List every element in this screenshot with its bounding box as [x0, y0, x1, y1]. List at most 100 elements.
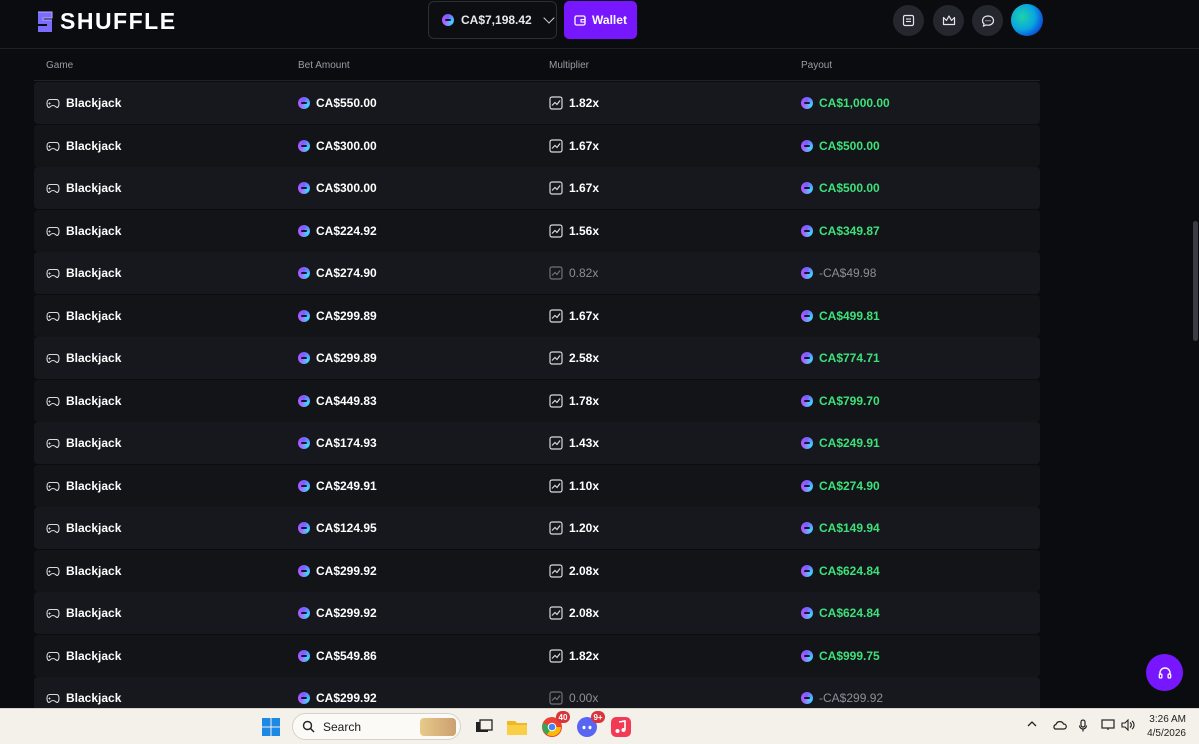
- payout-cell: CA$999.75: [801, 635, 880, 677]
- table-row[interactable]: Blackjack CA$299.89 2.58x CA$774.71: [34, 337, 1040, 379]
- taskbar-search[interactable]: Search: [292, 713, 461, 740]
- payout-value: CA$799.70: [819, 393, 880, 408]
- wallet-button[interactable]: Wallet: [564, 1, 637, 39]
- table-row[interactable]: Blackjack CA$224.92 1.56x CA$349.87: [34, 209, 1040, 252]
- chevron-down-icon: [543, 12, 555, 24]
- game-cell[interactable]: Blackjack: [46, 337, 121, 379]
- bet-amount: CA$224.92: [316, 223, 377, 238]
- multiplier-value: 1.67x: [569, 308, 600, 323]
- game-cell[interactable]: Blackjack: [46, 210, 121, 252]
- bet-amount-cell: CA$299.89: [298, 295, 377, 337]
- table-row[interactable]: Blackjack CA$299.92 2.08x CA$624.84: [34, 549, 1040, 592]
- task-view-icon[interactable]: [472, 715, 496, 739]
- multiplier-cell: 1.78x: [549, 380, 599, 422]
- multiplier-value: 1.67x: [569, 138, 600, 153]
- coin-icon: [298, 437, 310, 449]
- game-cell[interactable]: Blackjack: [46, 550, 121, 592]
- vip-button[interactable]: [933, 5, 964, 36]
- game-cell[interactable]: Blackjack: [46, 635, 121, 677]
- multiplier-cell: 1.43x: [549, 422, 599, 464]
- game-cell[interactable]: Blackjack: [46, 380, 121, 422]
- table-row[interactable]: Blackjack CA$299.92 2.08x CA$624.84: [34, 592, 1040, 634]
- bet-amount-cell: CA$174.93: [298, 422, 377, 464]
- microphone-icon[interactable]: [1078, 719, 1088, 736]
- game-cell[interactable]: Blackjack: [46, 167, 121, 209]
- table-row[interactable]: Blackjack CA$124.95 1.20x CA$149.94: [34, 507, 1040, 549]
- scrollbar-track[interactable]: [1190, 49, 1199, 708]
- game-cell[interactable]: Blackjack: [46, 82, 121, 124]
- shuffle-logo[interactable]: SHUFFLE: [35, 8, 177, 35]
- balance-selector[interactable]: CA$7,198.42: [428, 1, 557, 39]
- gamepad-icon: [46, 693, 60, 704]
- table-row[interactable]: Blackjack CA$549.86 1.82x CA$999.75: [34, 634, 1040, 677]
- chart-trend-icon: [549, 138, 563, 153]
- chart-trend-icon: [549, 648, 563, 663]
- game-name: Blackjack: [66, 138, 122, 153]
- game-cell[interactable]: Blackjack: [46, 422, 121, 464]
- payout-value: CA$499.81: [819, 308, 880, 323]
- multiplier-value: 2.58x: [569, 351, 600, 365]
- table-row[interactable]: Blackjack CA$550.00 1.82x CA$1,000.00: [34, 82, 1040, 124]
- music-app-icon[interactable]: [609, 715, 633, 739]
- scrollbar-thumb[interactable]: [1193, 221, 1198, 341]
- bet-amount-cell: CA$124.95: [298, 507, 377, 549]
- windows-start-icon[interactable]: [261, 717, 281, 737]
- game-cell[interactable]: Blackjack: [46, 465, 121, 507]
- payout-value: CA$500.00: [819, 138, 880, 153]
- bet-amount-cell: CA$300.00: [298, 167, 377, 209]
- table-row[interactable]: Blackjack CA$274.90 0.82x -CA$49.98: [34, 252, 1040, 294]
- payout-value: CA$999.75: [819, 648, 880, 663]
- table-row[interactable]: Blackjack CA$174.93 1.43x CA$249.91: [34, 422, 1040, 464]
- game-name: Blackjack: [66, 521, 122, 535]
- volume-icon[interactable]: [1121, 718, 1135, 734]
- gamepad-icon: [46, 651, 60, 661]
- bet-amount-cell: CA$549.86: [298, 635, 377, 677]
- notes-button[interactable]: [893, 5, 924, 36]
- table-row[interactable]: Blackjack CA$299.89 1.67x CA$499.81: [34, 294, 1040, 337]
- gamepad-icon: [46, 523, 60, 534]
- payout-value: CA$624.84: [819, 606, 880, 620]
- multiplier-value: 1.56x: [569, 223, 600, 238]
- tray-chevron-up-icon[interactable]: [1027, 719, 1037, 732]
- payout-value: -CA$299.92: [819, 691, 884, 705]
- game-cell[interactable]: Blackjack: [46, 507, 121, 549]
- coin-icon: [298, 692, 310, 704]
- user-avatar[interactable]: [1011, 4, 1043, 36]
- game-cell[interactable]: Blackjack: [46, 592, 121, 634]
- coin-icon: [801, 267, 813, 279]
- network-icon[interactable]: [1101, 719, 1115, 734]
- discord-icon[interactable]: 9+: [575, 711, 605, 739]
- table-row[interactable]: Blackjack CA$300.00 1.67x CA$500.00: [34, 124, 1040, 167]
- support-button[interactable]: [1146, 654, 1183, 691]
- onedrive-icon[interactable]: [1051, 719, 1067, 734]
- search-icon: [302, 720, 315, 733]
- chart-trend-icon: [549, 351, 563, 365]
- chart-trend-icon: [549, 691, 563, 705]
- game-name: Blackjack: [66, 351, 122, 365]
- game-cell[interactable]: Blackjack: [46, 295, 121, 337]
- coin-icon: [801, 97, 813, 109]
- chat-button[interactable]: [972, 5, 1003, 36]
- column-bet-amount: Bet Amount: [298, 60, 350, 71]
- payout-value: CA$624.84: [819, 563, 880, 578]
- gamepad-icon: [46, 353, 60, 364]
- table-row[interactable]: Blackjack CA$300.00 1.67x CA$500.00: [34, 167, 1040, 209]
- multiplier-value: 1.43x: [569, 436, 600, 450]
- notes-icon: [902, 14, 915, 27]
- chrome-icon[interactable]: 40: [540, 711, 570, 739]
- gamepad-icon: [46, 566, 60, 576]
- payout-cell: CA$500.00: [801, 125, 880, 167]
- multiplier-cell: 1.67x: [549, 295, 599, 337]
- coin-icon: [298, 352, 310, 364]
- game-cell[interactable]: Blackjack: [46, 125, 121, 167]
- table-row[interactable]: Blackjack CA$249.91 1.10x CA$274.90: [34, 464, 1040, 507]
- coin-icon: [298, 309, 310, 322]
- table-row[interactable]: Blackjack CA$449.83 1.78x CA$799.70: [34, 379, 1040, 422]
- game-name: Blackjack: [66, 436, 122, 450]
- file-explorer-icon[interactable]: [505, 715, 529, 739]
- payout-cell: CA$500.00: [801, 167, 880, 209]
- taskbar-clock[interactable]: 3:26 AM 4/5/2026: [1144, 713, 1186, 741]
- game-cell[interactable]: Blackjack: [46, 252, 121, 294]
- coin-icon: [298, 479, 310, 492]
- coin-icon: [801, 607, 813, 619]
